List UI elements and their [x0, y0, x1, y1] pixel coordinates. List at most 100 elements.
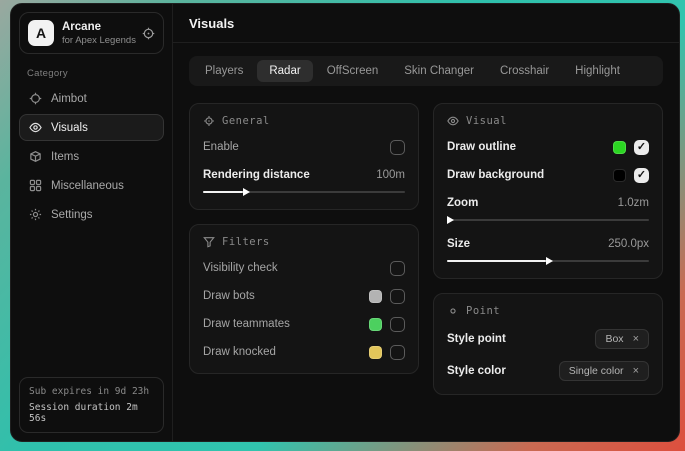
subscription-expiry: Sub expires in 9d 23h [29, 386, 154, 397]
tab-label: Players [205, 65, 243, 77]
tab-offscreen[interactable]: OffScreen [315, 60, 391, 82]
close-icon[interactable]: × [633, 334, 639, 345]
general-panel: General Enable Rendering distance 100m [189, 103, 419, 210]
rendering-distance-slider[interactable] [203, 188, 405, 196]
panel-title: Visual [466, 115, 507, 127]
draw-outline-checkbox[interactable] [634, 140, 649, 155]
size-slider[interactable] [447, 257, 649, 265]
zoom-slider[interactable] [447, 216, 649, 224]
style-point-label: Style point [447, 333, 506, 345]
rendering-distance-label: Rendering distance [203, 169, 310, 181]
draw-knocked-row: Draw knocked [203, 344, 405, 360]
draw-outline-row: Draw outline [447, 139, 649, 155]
slider-thumb[interactable] [243, 188, 250, 196]
draw-background-controls [613, 168, 649, 183]
sidebar-item-visuals[interactable]: Visuals [19, 114, 164, 141]
style-color-value: Single color [569, 365, 624, 377]
style-color-label: Style color [447, 365, 506, 377]
sidebar-item-label: Items [51, 151, 79, 163]
style-color-chip[interactable]: Single color × [559, 361, 649, 381]
main-area: Visuals Players Radar OffScreen Skin Cha… [173, 4, 679, 441]
right-column: Visual Draw outline Draw background [433, 103, 663, 395]
draw-bots-controls [369, 289, 405, 304]
tab-radar[interactable]: Radar [257, 60, 312, 82]
sidebar-item-label: Miscellaneous [51, 180, 124, 192]
slider-fill [447, 260, 546, 262]
draw-teammates-color-swatch[interactable] [369, 318, 382, 331]
draw-bots-checkbox[interactable] [390, 289, 405, 304]
draw-background-color-swatch[interactable] [613, 169, 626, 182]
style-color-row: Style color Single color × [447, 361, 649, 381]
sidebar-item-aimbot[interactable]: Aimbot [19, 85, 164, 112]
style-point-row: Style point Box × [447, 329, 649, 349]
draw-bots-color-swatch[interactable] [369, 290, 382, 303]
enable-label: Enable [203, 141, 239, 153]
draw-knocked-label: Draw knocked [203, 346, 276, 358]
size-value: 250.0px [608, 238, 649, 250]
slider-thumb[interactable] [546, 257, 553, 265]
slider-thumb[interactable] [447, 216, 454, 224]
slider-fill [203, 191, 243, 193]
crosshair-icon [29, 92, 42, 105]
page-title: Visuals [189, 16, 663, 31]
slider-track [447, 219, 649, 221]
tab-label: Skin Changer [404, 65, 474, 77]
visual-panel-header: Visual [447, 115, 649, 127]
filters-panel-header: Filters [203, 236, 405, 248]
brand-card: A Arcane for Apex Legends [19, 12, 164, 54]
sidebar-item-items[interactable]: Items [19, 143, 164, 170]
draw-background-row: Draw background [447, 167, 649, 183]
sidebar-item-label: Settings [51, 209, 93, 221]
sidebar-item-miscellaneous[interactable]: Miscellaneous [19, 172, 164, 199]
category-section-label: Category [27, 68, 156, 79]
visibility-check-row: Visibility check [203, 260, 405, 276]
tab-bar: Players Radar OffScreen Skin Changer Cro… [189, 56, 663, 86]
draw-background-checkbox[interactable] [634, 168, 649, 183]
tab-label: Highlight [575, 65, 620, 77]
enable-checkbox[interactable] [390, 140, 405, 155]
draw-outline-label: Draw outline [447, 141, 516, 153]
brand-text: Arcane for Apex Legends [62, 21, 134, 46]
sidebar-item-settings[interactable]: Settings [19, 201, 164, 228]
app-window: A Arcane for Apex Legends Category [10, 3, 680, 442]
size-row: Size 250.0px [447, 236, 649, 252]
tab-label: Crosshair [500, 65, 549, 77]
rendering-distance-value: 100m [376, 169, 405, 181]
style-point-chip[interactable]: Box × [595, 329, 649, 349]
draw-teammates-label: Draw teammates [203, 318, 290, 330]
enable-row: Enable [203, 139, 405, 155]
draw-bots-label: Draw bots [203, 290, 255, 302]
sidebar-nav: Aimbot Visuals Items [19, 85, 164, 228]
app-title: Arcane [62, 21, 134, 33]
zoom-row: Zoom 1.0zm [447, 195, 649, 211]
visibility-check-label: Visibility check [203, 262, 278, 274]
box-icon [29, 150, 42, 163]
zoom-value: 1.0zm [618, 197, 649, 209]
target-icon[interactable] [142, 27, 155, 40]
tab-highlight[interactable]: Highlight [563, 60, 632, 82]
tab-players[interactable]: Players [193, 60, 255, 82]
general-panel-header: General [203, 115, 405, 127]
scan-icon [203, 115, 215, 127]
eye-icon [447, 115, 459, 127]
sidebar: A Arcane for Apex Legends Category [11, 4, 173, 441]
close-icon[interactable]: × [633, 366, 639, 377]
visibility-check-checkbox[interactable] [390, 261, 405, 276]
draw-knocked-color-swatch[interactable] [369, 346, 382, 359]
left-column: General Enable Rendering distance 100m [189, 103, 419, 374]
filters-panel: Filters Visibility check Draw bots [189, 224, 419, 374]
sidebar-item-label: Visuals [51, 122, 88, 134]
panels-grid: General Enable Rendering distance 100m [189, 103, 663, 395]
visual-panel: Visual Draw outline Draw background [433, 103, 663, 279]
funnel-icon [203, 236, 215, 248]
dot-icon [447, 305, 459, 317]
app-subtitle: for Apex Legends [62, 35, 134, 46]
main-body: Players Radar OffScreen Skin Changer Cro… [173, 43, 679, 441]
grid-icon [29, 179, 42, 192]
tab-skin-changer[interactable]: Skin Changer [392, 60, 486, 82]
draw-knocked-checkbox[interactable] [390, 345, 405, 360]
draw-teammates-checkbox[interactable] [390, 317, 405, 332]
tab-crosshair[interactable]: Crosshair [488, 60, 561, 82]
draw-outline-color-swatch[interactable] [613, 141, 626, 154]
draw-teammates-controls [369, 317, 405, 332]
